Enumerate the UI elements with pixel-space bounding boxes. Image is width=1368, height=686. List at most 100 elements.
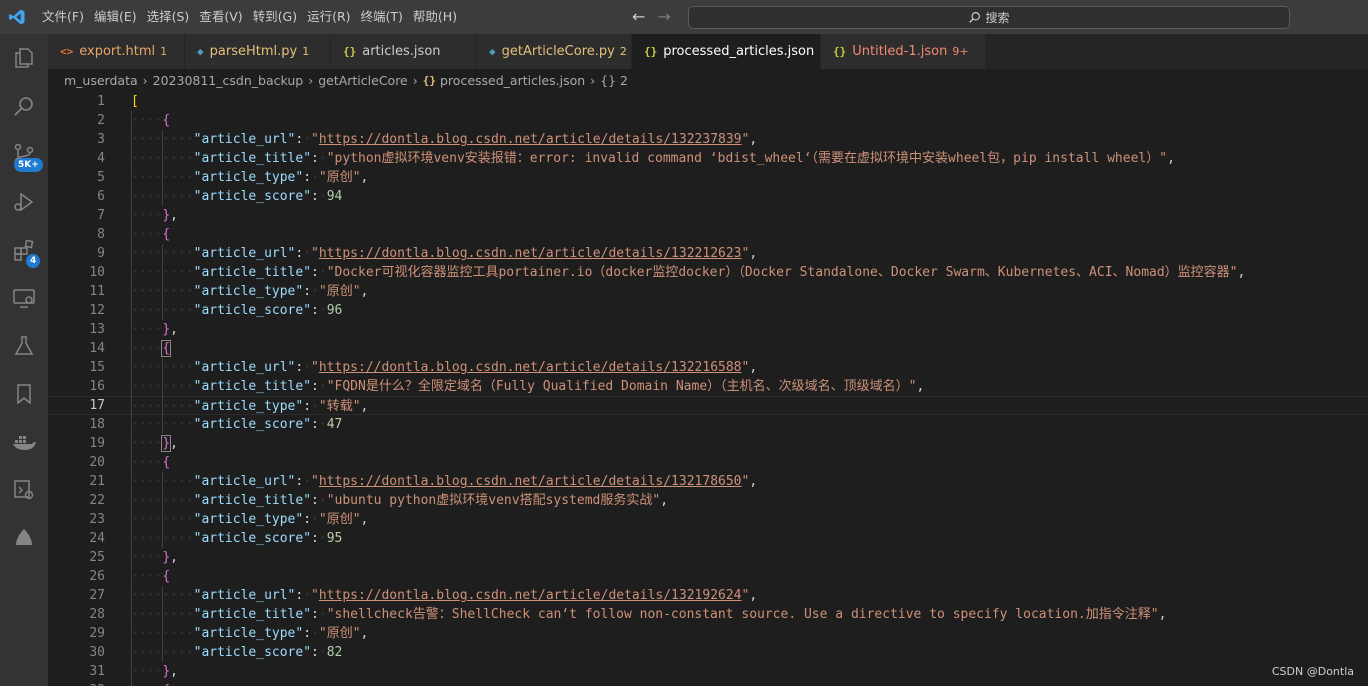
code-content: ····{: [131, 567, 170, 586]
colon: :: [311, 493, 319, 508]
code-line[interactable]: 25 ····},: [48, 548, 1368, 567]
indent: ····: [131, 322, 163, 337]
breadcrumb-item[interactable]: 20230811_csdn_backup: [153, 73, 304, 88]
code-line[interactable]: 21········"article_url":·"https://dontla…: [48, 472, 1368, 491]
tab-untitled-json[interactable]: {} Untitled-1.json 9+: [821, 34, 986, 69]
open-brace: {: [162, 113, 171, 128]
code-line[interactable]: 30········"article_score":·82: [48, 643, 1368, 662]
json-key: "article_score": [193, 303, 312, 318]
menu-file[interactable]: 文件(F): [38, 0, 88, 34]
article-url-value: https://dontla.blog.csdn.net/article/det…: [318, 132, 742, 147]
comma: ,: [170, 550, 178, 565]
run-debug-icon[interactable]: [0, 178, 48, 226]
remote-settings-icon[interactable]: [0, 466, 48, 514]
search-view-icon[interactable]: [0, 82, 48, 130]
code-line[interactable]: 31 ····},: [48, 662, 1368, 681]
explorer-icon[interactable]: [0, 34, 48, 82]
remote-explorer-icon[interactable]: [0, 274, 48, 322]
code-line[interactable]: 3········"article_url":·"https://dontla.…: [48, 130, 1368, 149]
code-line[interactable]: 14 ····{: [48, 339, 1368, 358]
tab-processed-articles-json[interactable]: {} processed_articles.json ✕: [632, 34, 836, 69]
article-title-value: Docker可视化容器监控工具portainer.io（docker监控dock…: [334, 265, 1230, 280]
code-editor[interactable]: 1[2····{3········"article_url":·"https:/…: [48, 91, 1368, 686]
code-content: ····},: [131, 320, 178, 339]
line-number: 7: [97, 208, 105, 223]
code-line[interactable]: 16········"article_title":·"FQDN是什么？全限定域…: [48, 377, 1368, 396]
menu-terminal[interactable]: 终端(T): [357, 0, 407, 34]
code-line[interactable]: 9········"article_url":·"https://dontla.…: [48, 244, 1368, 263]
breadcrumb-item[interactable]: getArticleCore: [318, 73, 408, 88]
breadcrumb: m_userdata › 20230811_csdn_backup › getA…: [48, 69, 1368, 91]
code-line[interactable]: 20 ····{: [48, 453, 1368, 472]
tab-export-html[interactable]: <> export.html 1: [48, 34, 185, 69]
code-line[interactable]: 24········"article_score":·95: [48, 529, 1368, 548]
code-line[interactable]: 17········"article_type":·"转载",: [48, 396, 1368, 415]
colon: :: [311, 531, 319, 546]
comma: ,: [1158, 607, 1167, 622]
chevron-right-icon: ›: [308, 72, 314, 88]
menu-view[interactable]: 查看(V): [195, 0, 246, 34]
code-line[interactable]: 19 ····},: [48, 434, 1368, 453]
comma: ,: [170, 436, 178, 451]
line-number: 6: [97, 189, 105, 204]
back-arrow-icon[interactable]: ←: [632, 7, 645, 27]
docker-icon[interactable]: [0, 418, 48, 466]
code-line[interactable]: 18········"article_score":·47: [48, 415, 1368, 434]
code-line[interactable]: 11········"article_type":·"原创",: [48, 282, 1368, 301]
menu-edit[interactable]: 编辑(E): [90, 0, 141, 34]
code-line[interactable]: 10········"article_title":·"Docker可视化容器监…: [48, 263, 1368, 282]
line-number: 15: [89, 360, 105, 375]
code-line[interactable]: 12········"article_score":·96: [48, 301, 1368, 320]
colon: :: [303, 512, 312, 527]
code-line[interactable]: 29········"article_type":·"原创",: [48, 624, 1368, 643]
breadcrumb-symbol[interactable]: {} 2: [600, 73, 628, 88]
line-number: 31: [89, 664, 105, 679]
forward-arrow-icon[interactable]: →: [657, 7, 670, 27]
search-icon: [969, 12, 981, 23]
pet-shape-icon[interactable]: [0, 514, 48, 562]
line-number: 28: [89, 607, 105, 622]
code-line[interactable]: 28········"article_title":·"shellcheck告警…: [48, 605, 1368, 624]
code-line[interactable]: 2 ····{: [48, 111, 1368, 130]
code-line[interactable]: 6········"article_score":·94: [48, 187, 1368, 206]
code-line[interactable]: 27········"article_url":·"https://dontla…: [48, 586, 1368, 605]
line-number: 26: [89, 569, 105, 584]
testing-flask-icon[interactable]: [0, 322, 48, 370]
code-line[interactable]: 22········"article_title":·"ubuntu pytho…: [48, 491, 1368, 510]
open-brace: {: [161, 340, 172, 357]
code-line[interactable]: 4········"article_title":·"python虚拟环境ven…: [48, 149, 1368, 168]
line-number: 21: [89, 474, 105, 489]
comma: ,: [170, 322, 178, 337]
menu-selection[interactable]: 选择(S): [143, 0, 194, 34]
breadcrumb-file[interactable]: processed_articles.json: [440, 73, 585, 88]
indent-guide: [162, 358, 163, 434]
code-content: ········"article_type":·"原创",: [131, 510, 368, 529]
quote: ": [352, 284, 361, 299]
menu-help[interactable]: 帮助(H): [409, 0, 461, 34]
menu-run[interactable]: 运行(R): [303, 0, 354, 34]
bookmarks-icon[interactable]: [0, 370, 48, 418]
line-number: 2: [97, 113, 105, 128]
tab-parsehtml-py[interactable]: ◆ parseHtml.py 1: [185, 34, 331, 69]
colon: :: [311, 607, 319, 622]
code-line[interactable]: 26 ····{: [48, 567, 1368, 586]
code-line[interactable]: 13 ····},: [48, 320, 1368, 339]
code-line[interactable]: 7 ····},: [48, 206, 1368, 225]
breadcrumb-item[interactable]: m_userdata: [64, 73, 138, 88]
code-content: ········"article_type":·"原创",: [131, 282, 368, 301]
tab-articles-json[interactable]: {} articles.json: [331, 34, 477, 69]
tab-getarticlecore-py[interactable]: ◆ getArticleCore.py 2: [477, 34, 632, 69]
code-line[interactable]: 5········"article_type":·"原创",: [48, 168, 1368, 187]
problem-count-badge: 9+: [952, 45, 969, 58]
extensions-icon[interactable]: 4: [0, 226, 48, 274]
code-line[interactable]: 1[: [48, 92, 1368, 111]
code-line[interactable]: 8 ····{: [48, 225, 1368, 244]
code-line[interactable]: 23········"article_type":·"原创",: [48, 510, 1368, 529]
code-content: ········"article_type":·"原创",: [131, 168, 368, 187]
source-control-icon[interactable]: 5K+: [0, 130, 48, 178]
command-center-search[interactable]: 搜索: [688, 6, 1290, 29]
code-line[interactable]: 32····{: [48, 681, 1368, 686]
code-line[interactable]: 15········"article_url":·"https://dontla…: [48, 358, 1368, 377]
json-key: "article_url": [193, 132, 296, 147]
menu-go[interactable]: 转到(G): [249, 0, 301, 34]
